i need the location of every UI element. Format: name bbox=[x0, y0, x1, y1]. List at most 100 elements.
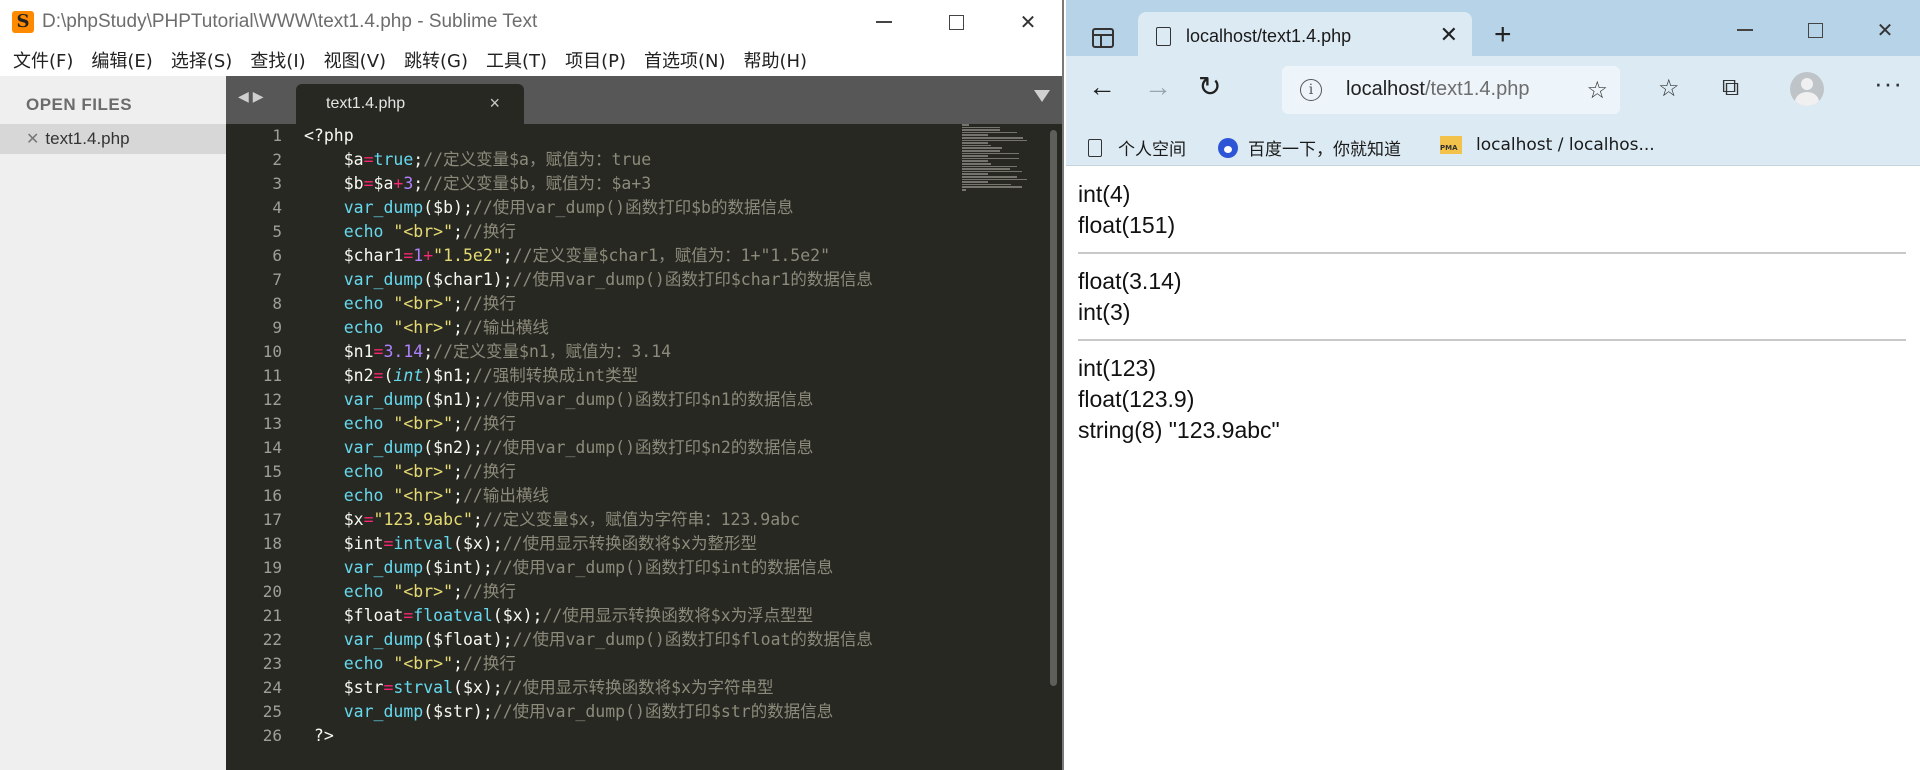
minimap-line bbox=[962, 160, 988, 162]
tab-close-icon[interactable]: ✕ bbox=[1440, 22, 1458, 48]
code-token: //使用var_dump()函数打印$n1的数据信息 bbox=[482, 390, 814, 409]
browser-close-button[interactable]: ✕ bbox=[1850, 0, 1920, 60]
code-line[interactable]: echo "<br>";//换行 bbox=[304, 580, 964, 604]
refresh-button[interactable]: ↻ bbox=[1198, 72, 1221, 102]
code-token: ; bbox=[413, 150, 424, 169]
menu-tools[interactable]: 工具(T) bbox=[477, 47, 556, 73]
page-icon bbox=[1156, 27, 1171, 46]
code-token: ($x); bbox=[453, 534, 503, 553]
close-file-icon[interactable]: ✕ bbox=[26, 129, 39, 149]
tab-actions-icon[interactable] bbox=[1092, 28, 1114, 48]
menu-file[interactable]: 文件(F) bbox=[4, 47, 82, 73]
code-token: strval bbox=[393, 678, 454, 697]
favorite-label: 百度一下，你就知道 bbox=[1248, 140, 1401, 160]
back-button[interactable]: ← bbox=[1088, 72, 1116, 102]
code-line[interactable]: var_dump($int);//使用var_dump()函数打印$int的数据… bbox=[304, 556, 964, 580]
menu-preferences[interactable]: 首选项(N) bbox=[635, 47, 735, 73]
code-line[interactable]: echo "<br>";//换行 bbox=[304, 412, 964, 436]
minimap-line bbox=[962, 155, 988, 157]
code-line[interactable]: <?php bbox=[304, 124, 964, 148]
code-token: //使用var_dump()函数打印$b的数据信息 bbox=[472, 198, 794, 217]
code-line[interactable]: ?> bbox=[304, 724, 964, 748]
more-options-icon[interactable]: ··· bbox=[1874, 68, 1903, 99]
favorites-icon[interactable]: ☆ bbox=[1658, 74, 1680, 103]
code-line[interactable]: $a=true;//定义变量$a，赋值为：true bbox=[304, 148, 964, 172]
line-number: 22 bbox=[262, 630, 282, 649]
new-tab-button[interactable]: + bbox=[1494, 18, 1512, 52]
code-line[interactable]: $int=intval($x);//使用显示转换函数将$x为整形型 bbox=[304, 532, 964, 556]
window-title: D:\phpStudy\PHPTutorial\WWW\text1.4.php … bbox=[42, 11, 538, 32]
collections-icon[interactable]: ⧉ bbox=[1722, 74, 1739, 102]
menu-edit[interactable]: 编辑(E) bbox=[82, 47, 161, 73]
info-icon[interactable]: i bbox=[1300, 79, 1322, 101]
favorite-baidu[interactable]: 百度一下，你就知道 bbox=[1218, 135, 1401, 160]
tab-dropdown-icon[interactable] bbox=[1034, 90, 1050, 102]
favorite-localhost[interactable]: localhost / localhos... bbox=[1440, 135, 1655, 155]
browser-tab-title: localhost/text1.4.php bbox=[1186, 26, 1352, 46]
code-line[interactable]: echo "<br>";//换行 bbox=[304, 220, 964, 244]
code-line[interactable]: echo "<hr>";//输出横线 bbox=[304, 484, 964, 508]
minimap[interactable] bbox=[960, 124, 1040, 204]
minimize-button[interactable] bbox=[848, 0, 920, 44]
code-line[interactable]: var_dump($str);//使用var_dump()函数打印$str的数据… bbox=[304, 700, 964, 724]
tab-close-icon[interactable]: × bbox=[489, 93, 500, 114]
code-line[interactable]: $n2=(int)$n1;//强制转换成int类型 bbox=[304, 364, 964, 388]
tab-scroll-arrows-icon[interactable]: ◀▶ bbox=[238, 88, 268, 105]
menu-selection[interactable]: 选择(S) bbox=[162, 47, 241, 73]
menu-project[interactable]: 项目(P) bbox=[556, 47, 635, 73]
code-token: $b bbox=[304, 174, 364, 193]
code-token: //使用var_dump()函数打印$int的数据信息 bbox=[492, 558, 834, 577]
menu-help[interactable]: 帮助(H) bbox=[735, 47, 817, 73]
sidebar-file-item[interactable]: ✕ text1.4.php bbox=[0, 124, 226, 154]
address-bar[interactable]: i localhost/text1.4.php ☆ bbox=[1282, 66, 1620, 114]
maximize-button[interactable] bbox=[920, 0, 992, 44]
code-token: //强制转换成int类型 bbox=[472, 366, 639, 385]
sublime-logo-icon: S bbox=[12, 11, 34, 33]
menu-view[interactable]: 视图(V) bbox=[315, 47, 395, 73]
code-editor[interactable]: 1 2 3 4 5 6 7 8 9 10 11 12 13 14 15 16 17 18 19 20 21 22 23 24 2… bbox=[226, 124, 1062, 770]
browser-maximize-button[interactable] bbox=[1780, 0, 1850, 60]
close-button[interactable]: ✕ bbox=[992, 0, 1062, 44]
line-number: 23 bbox=[262, 654, 282, 673]
code-token: ($str); bbox=[423, 702, 493, 721]
profile-avatar[interactable] bbox=[1790, 72, 1824, 106]
favorite-label: 个人空间 bbox=[1118, 140, 1186, 160]
code-line[interactable]: $str=strval($x);//使用显示转换函数将$x为字符串型 bbox=[304, 676, 964, 700]
code-line[interactable]: $char1=1+"1.5e2";//定义变量$char1，赋值为：1+"1.5… bbox=[304, 244, 964, 268]
code-token: = bbox=[363, 150, 374, 169]
code-line[interactable]: var_dump($n2);//使用var_dump()函数打印$n2的数据信息 bbox=[304, 436, 964, 460]
code-line[interactable]: $b=$a+3;//定义变量$b，赋值为：$a+3 bbox=[304, 172, 964, 196]
favorite-personal-space[interactable]: 个人空间 bbox=[1088, 135, 1186, 160]
address-host: localhost bbox=[1346, 78, 1425, 100]
code-line[interactable]: echo "<br>";//换行 bbox=[304, 460, 964, 484]
code-line[interactable]: var_dump($float);//使用var_dump()函数打印$floa… bbox=[304, 628, 964, 652]
code-line[interactable]: echo "<br>";//换行 bbox=[304, 652, 964, 676]
code-area[interactable]: <?php $a=true;//定义变量$a，赋值为：true $b=$a+3;… bbox=[304, 124, 964, 748]
minimize-icon bbox=[1737, 29, 1753, 31]
menu-goto[interactable]: 跳转(G) bbox=[395, 47, 477, 73]
code-line[interactable]: echo "<br>";//换行 bbox=[304, 292, 964, 316]
horizontal-rule bbox=[1078, 339, 1906, 341]
minimap-line bbox=[962, 152, 1020, 155]
code-line[interactable]: var_dump($b);//使用var_dump()函数打印$b的数据信息 bbox=[304, 196, 964, 220]
add-favorite-icon[interactable]: ☆ bbox=[1586, 76, 1608, 105]
code-line[interactable]: echo "<hr>";//输出横线 bbox=[304, 316, 964, 340]
minimap-line bbox=[962, 150, 1000, 152]
vertical-scrollbar[interactable] bbox=[1050, 130, 1057, 686]
code-line[interactable]: $n1=3.14;//定义变量$n1，赋值为：3.14 bbox=[304, 340, 964, 364]
tab-text1-php[interactable]: text1.4.php × bbox=[296, 84, 524, 124]
browser-minimize-button[interactable] bbox=[1710, 0, 1780, 60]
code-token: var_dump bbox=[304, 630, 424, 649]
forward-button[interactable]: → bbox=[1144, 72, 1172, 102]
minimap-line bbox=[962, 165, 1017, 168]
code-line[interactable]: var_dump($char1);//使用var_dump()函数打印$char… bbox=[304, 268, 964, 292]
menu-find[interactable]: 查找(I) bbox=[241, 47, 314, 73]
code-token: //使用var_dump()函数打印$str的数据信息 bbox=[492, 702, 834, 721]
code-line[interactable]: $x="123.9abc";//定义变量$x，赋值为字符串：123.9abc bbox=[304, 508, 964, 532]
code-line[interactable]: $float=floatval($x);//使用显示转换函数将$x为浮点型型 bbox=[304, 604, 964, 628]
code-line[interactable]: var_dump($n1);//使用var_dump()函数打印$n1的数据信息 bbox=[304, 388, 964, 412]
code-token: //定义变量$char1，赋值为：1+"1.5e2" bbox=[512, 246, 831, 265]
